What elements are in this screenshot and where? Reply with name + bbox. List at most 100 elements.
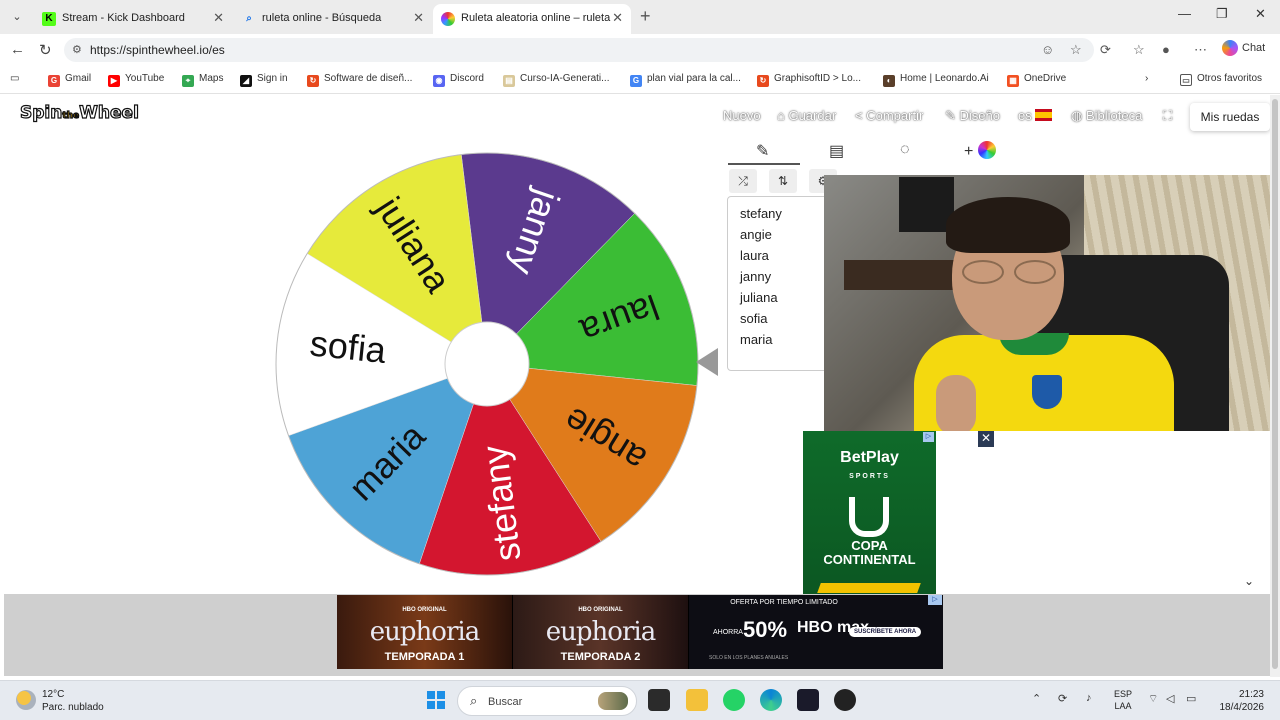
youtube-icon: ▶: [108, 75, 120, 87]
language-indicator[interactable]: ESP LAA: [1114, 688, 1132, 712]
more-menu-icon[interactable]: ⋯: [1194, 42, 1207, 58]
guardar-button[interactable]: ⌂ Guardar: [777, 108, 836, 123]
entry-item[interactable]: angie: [728, 224, 836, 245]
search-icon: ⌕: [246, 13, 252, 24]
ad-info-icon[interactable]: ▷: [923, 432, 934, 442]
bookmarks-overflow-chevron-icon[interactable]: ›: [1145, 73, 1148, 84]
bookmark-graphisoft[interactable]: ↻ GraphisoftID > Lo...: [757, 73, 861, 87]
bookmark-curso[interactable]: ▤ Curso-IA-Generati...: [503, 73, 609, 87]
clock[interactable]: 21:23 18/4/2026: [1208, 688, 1265, 714]
reload-icon[interactable]: ↻: [39, 41, 52, 59]
euphoria-title: euphoria: [369, 617, 480, 647]
taskbar-search[interactable]: ⌕ Buscar: [457, 686, 637, 716]
share-icon: <: [855, 108, 867, 123]
scrollbar-thumb[interactable]: [1272, 99, 1278, 669]
task-view-icon[interactable]: [648, 689, 670, 711]
edit-pencil-icon[interactable]: ✎: [756, 141, 769, 161]
extensions-icon[interactable]: ⟳: [1100, 42, 1111, 58]
sort-button[interactable]: ⇅: [769, 169, 797, 193]
maximize-icon[interactable]: ❐: [1216, 6, 1228, 22]
star-icon[interactable]: ☆: [1070, 42, 1082, 58]
favorites-icon[interactable]: ☆: [1133, 42, 1145, 58]
nuevo-button[interactable]: Nuevo: [723, 108, 761, 123]
bookmark-youtube[interactable]: ▶ YouTube: [108, 73, 164, 87]
battery-icon[interactable]: ▭: [1186, 692, 1196, 705]
fullscreen-icon[interactable]: ⛶: [1163, 108, 1172, 124]
translate-icon[interactable]: ☺: [1041, 42, 1054, 57]
tab-search-chevron-icon[interactable]: ⌄: [8, 8, 26, 26]
diseno-button[interactable]: ✎ Diseño: [945, 108, 1000, 124]
biblioteca-button[interactable]: ◍ Biblioteca: [1071, 108, 1142, 124]
wheel-hub-spin-button[interactable]: [444, 321, 530, 407]
close-icon[interactable]: ✕: [612, 10, 623, 26]
edge-browser-icon[interactable]: [760, 689, 782, 711]
hbo-euphoria-ad[interactable]: HBO ORIGINAL euphoria TEMPORADA 1 HBO OR…: [337, 595, 943, 669]
shuffle-button[interactable]: ⤮: [729, 169, 757, 193]
entry-item[interactable]: sofia: [728, 308, 836, 329]
maps-pin-icon: ⌖: [182, 75, 194, 87]
site-info-icon[interactable]: ⚙: [72, 43, 82, 56]
tray-chevron-icon[interactable]: ⌃: [1032, 692, 1041, 705]
language-label: es: [1018, 108, 1032, 123]
tab-kick[interactable]: K Stream - Kick Dashboard ✕: [34, 4, 232, 34]
bookmark-onedrive[interactable]: ▦ OneDrive: [1007, 73, 1066, 87]
copilot-chat-button[interactable]: Chat: [1222, 40, 1265, 56]
hide-eye-icon[interactable]: ◌: [900, 141, 910, 159]
bookmark-leonardo[interactable]: ◐ Home | Leonardo.Ai: [883, 73, 989, 87]
search-placeholder: Buscar: [488, 696, 523, 708]
ad-close-button[interactable]: ✕: [978, 431, 994, 447]
wifi-icon[interactable]: ⌔: [1148, 692, 1158, 706]
tab-actions-icon[interactable]: ▭: [10, 73, 19, 84]
refresh-red-icon: ↻: [757, 75, 769, 87]
file-explorer-icon[interactable]: [686, 689, 708, 711]
clock-date: 18/4/2026: [1219, 702, 1265, 713]
entry-item[interactable]: laura: [728, 245, 836, 266]
entry-item[interactable]: maria: [728, 329, 836, 350]
bookmark-label: Home | Leonardo.Ai: [900, 73, 989, 84]
entry-item[interactable]: juliana: [728, 287, 836, 308]
close-icon[interactable]: ✕: [413, 10, 424, 26]
tab-strip: ⌄ K Stream - Kick Dashboard ✕ ⌕ ruleta o…: [0, 0, 1280, 34]
close-icon[interactable]: ✕: [213, 10, 224, 26]
subscribe-button[interactable]: SUSCRÍBETE AHORA: [849, 627, 922, 637]
close-window-icon[interactable]: ✕: [1255, 6, 1266, 22]
compartir-button[interactable]: < Compartir: [855, 108, 923, 123]
bookmark-discord[interactable]: ◉ Discord: [433, 73, 484, 87]
bookmark-software[interactable]: ↻ Software de diseñ...: [307, 73, 412, 87]
tray-app-icon[interactable]: ⟳: [1058, 692, 1067, 705]
wheel-pointer-icon: [696, 348, 718, 376]
bookmark-maps[interactable]: ⌖ Maps: [182, 73, 223, 87]
microphone-icon[interactable]: ♪: [1086, 692, 1092, 704]
spin-wheel[interactable]: jannylauraangiestefanymariasofiajuliana: [274, 151, 700, 577]
new-tab-button[interactable]: +: [640, 6, 651, 27]
minimize-icon[interactable]: —: [1178, 6, 1191, 21]
mis-ruedas-button[interactable]: Mis ruedas: [1190, 103, 1270, 131]
clipboard-icon[interactable]: ▤: [829, 141, 844, 161]
steam-icon[interactable]: [834, 689, 856, 711]
lang-code: ESP: [1114, 689, 1133, 699]
bookmark-sign-in[interactable]: ◢ Sign in: [240, 73, 288, 87]
whatsapp-icon[interactable]: [723, 689, 745, 711]
tab-busqueda[interactable]: ⌕ ruleta online - Búsqueda ✕: [234, 4, 432, 34]
volume-icon[interactable]: ◁: [1166, 692, 1174, 705]
spin-the-wheel-logo[interactable]: SpintheWheel: [19, 102, 139, 123]
add-color-button[interactable]: +: [964, 141, 996, 161]
entry-item[interactable]: stefany: [728, 203, 836, 224]
back-icon[interactable]: ←: [10, 41, 25, 58]
bookmark-other-favorites[interactable]: ▭ Otros favoritos: [1180, 73, 1262, 86]
ad-info-icon[interactable]: ▷: [928, 595, 942, 605]
page-scrollbar[interactable]: [1270, 95, 1280, 677]
profile-avatar-icon[interactable]: ●: [1162, 42, 1170, 57]
omnibox[interactable]: ⚙ https://spinthewheel.io/es: [64, 38, 1094, 62]
bookmark-plan-vial[interactable]: Gplan vial para la cal...: [630, 73, 741, 87]
entry-item[interactable]: janny: [728, 266, 836, 287]
windows-start-icon[interactable]: [427, 691, 445, 709]
bookmark-gmail[interactable]: G Gmail: [48, 73, 91, 87]
language-selector[interactable]: es: [1018, 108, 1053, 123]
tab-ruleta[interactable]: Ruleta aleatoria online – ruleta de ✕: [433, 4, 631, 34]
obs-icon[interactable]: [797, 689, 819, 711]
entries-list[interactable]: stefany angie laura janny juliana sofia …: [727, 196, 837, 371]
scroll-down-chevron-icon[interactable]: ⌄: [1244, 574, 1254, 588]
address-bar: ← ↻ ⚙ https://spinthewheel.io/es ☺ ☆ ⟳ ☆…: [0, 34, 1280, 66]
tab-title: Stream - Kick Dashboard: [62, 12, 185, 24]
